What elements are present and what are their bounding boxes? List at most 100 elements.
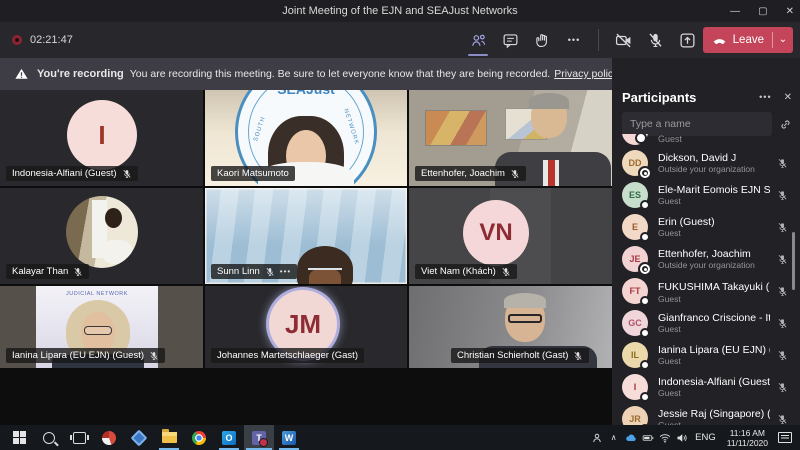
recording-indicator-icon bbox=[12, 35, 22, 45]
avatar: DD bbox=[622, 150, 650, 178]
task-view-icon bbox=[69, 431, 89, 444]
taskbar-teams[interactable]: T bbox=[244, 425, 274, 450]
show-hidden-icons-chevron[interactable]: ∧ bbox=[605, 425, 622, 450]
tile-more-icon[interactable]: ••• bbox=[280, 267, 291, 276]
video-tile-ianina-lipara[interactable]: JUDICIAL NETWORK Ianina Lipara (EU EJN) … bbox=[0, 286, 203, 368]
close-icon[interactable]: ✕ bbox=[786, 6, 794, 17]
external-badge bbox=[640, 264, 650, 274]
people-tray-icon[interactable] bbox=[588, 425, 605, 450]
search-input[interactable] bbox=[622, 112, 772, 136]
mic-off-button[interactable] bbox=[639, 22, 671, 58]
taskbar-word[interactable]: W bbox=[274, 425, 304, 450]
copy-link-icon[interactable] bbox=[779, 118, 792, 131]
leave-options-chevron-icon[interactable]: ⌄ bbox=[773, 27, 793, 53]
mic-off-icon bbox=[777, 286, 788, 297]
participant-row[interactable]: IL Ianina Lipara (EU EJN) (Guest) Guest bbox=[612, 339, 800, 371]
mic-off-icon bbox=[777, 158, 788, 169]
clock[interactable]: 11:16 AM 11/11/2020 bbox=[721, 428, 774, 448]
external-badge bbox=[640, 168, 650, 178]
taskbar-file-explorer[interactable] bbox=[154, 425, 184, 450]
participant-name-tag: Ettenhofer, Joachim bbox=[415, 166, 526, 181]
avatar: GC bbox=[622, 310, 650, 338]
video-tile-ettenhofer[interactable]: Ettenhofer, Joachim bbox=[409, 90, 612, 186]
battery-icon[interactable] bbox=[639, 425, 656, 450]
mic-off-icon bbox=[777, 318, 788, 329]
participant-row[interactable]: FT FUKUSHIMA Takayuki (ゲスト) Guest bbox=[612, 275, 800, 307]
avatar: JE bbox=[622, 246, 650, 274]
outlook-icon: O bbox=[222, 430, 236, 445]
video-tile-kalayar-than[interactable]: Kalayar Than bbox=[0, 188, 203, 284]
taskbar-app-media[interactable] bbox=[94, 425, 124, 450]
participant-row[interactable]: JE Ettenhofer, Joachim Outside your orga… bbox=[612, 243, 800, 275]
avatar: ES bbox=[622, 182, 650, 210]
mic-off-icon bbox=[777, 350, 788, 361]
title-bar: Joint Meeting of the EJN and SEAJust Net… bbox=[0, 0, 800, 22]
start-button[interactable] bbox=[4, 425, 34, 450]
avatar: I bbox=[622, 374, 650, 402]
participant-name-tag: Indonesia-Alfiani (Guest) bbox=[6, 166, 138, 181]
avatar: I bbox=[67, 100, 137, 170]
mic-off-icon bbox=[73, 267, 83, 277]
teams-icon: T bbox=[252, 430, 268, 447]
panel-more-icon[interactable]: ••• bbox=[759, 92, 771, 102]
participant-name-tag: Kaori Matsumoto bbox=[211, 166, 295, 181]
participant-row[interactable]: I Indonesia-Alfiani (Guest) Guest bbox=[612, 371, 800, 403]
minimize-icon[interactable]: — bbox=[730, 6, 740, 17]
guest-badge bbox=[640, 232, 650, 242]
participant-name-tag: Ianina Lipara (EU EJN) (Guest) bbox=[6, 348, 165, 363]
taskbar-outlook[interactable]: O bbox=[214, 425, 244, 450]
panel-scrollbar[interactable] bbox=[792, 232, 795, 290]
mic-off-icon bbox=[777, 414, 788, 425]
participant-row-partial: Guest bbox=[622, 134, 682, 147]
windows-logo-icon bbox=[12, 431, 26, 444]
participants-panel: Participants ••• ✕ Guest DD Dickson, Dav… bbox=[612, 58, 800, 425]
share-screen-button[interactable] bbox=[671, 22, 703, 58]
participant-row[interactable]: DD Dickson, David J Outside your organiz… bbox=[612, 147, 800, 179]
action-center-icon[interactable] bbox=[778, 432, 792, 443]
toolbar-divider bbox=[598, 29, 599, 51]
video-tile-christian-schierholt[interactable]: Christian Schierholt (Gast) bbox=[409, 286, 612, 368]
taskbar-search-button[interactable] bbox=[34, 425, 64, 450]
video-tile-sunn-linn[interactable]: Sunn Linn ••• bbox=[205, 188, 407, 284]
search-icon bbox=[43, 431, 55, 444]
onedrive-icon[interactable] bbox=[622, 425, 639, 450]
privacy-policy-link[interactable]: Privacy policy bbox=[554, 68, 618, 80]
video-tile-viet-nam[interactable]: VN Viet Nam (Khách) bbox=[409, 188, 612, 284]
participant-row[interactable]: JR Jessie Raj (Singapore) (Guest) Guest bbox=[612, 403, 800, 425]
avatar: E bbox=[622, 214, 650, 242]
participants-button[interactable] bbox=[462, 22, 494, 58]
raise-hand-button[interactable] bbox=[526, 22, 558, 58]
leave-button[interactable]: Leave ⌄ bbox=[702, 27, 793, 53]
mic-off-icon bbox=[777, 222, 788, 233]
avatar bbox=[622, 134, 648, 147]
chat-button[interactable] bbox=[494, 22, 526, 58]
participants-list: DD Dickson, David J Outside your organiz… bbox=[612, 147, 800, 425]
more-actions-button[interactable]: ••• bbox=[558, 22, 590, 58]
participant-row[interactable]: E Erin (Guest) Guest bbox=[612, 211, 800, 243]
participant-row[interactable]: ES Ele-Marit Eomois EJN SECRET... Guest bbox=[612, 179, 800, 211]
maximize-icon[interactable]: ▢ bbox=[758, 6, 767, 17]
avatar: IL bbox=[622, 342, 650, 370]
chrome-icon bbox=[192, 430, 206, 445]
volume-icon[interactable] bbox=[673, 425, 690, 450]
participant-name-tag: Christian Schierholt (Gast) bbox=[451, 348, 590, 363]
task-view-button[interactable] bbox=[64, 425, 94, 450]
taskbar-app-blue[interactable] bbox=[124, 425, 154, 450]
avatar: VN bbox=[463, 200, 529, 266]
panel-close-icon[interactable]: ✕ bbox=[784, 92, 792, 103]
language-indicator[interactable]: ENG bbox=[690, 432, 721, 443]
camera-off-button[interactable] bbox=[607, 22, 639, 58]
taskbar-chrome[interactable] bbox=[184, 425, 214, 450]
windows-taskbar: O T W ∧ ENG 11:16 AM 11/11/2020 bbox=[0, 425, 800, 450]
video-tile-johannes[interactable]: JM Johannes Martetschlaeger (Gast) bbox=[205, 286, 407, 368]
video-tile-indonesia-alfiani[interactable]: I Indonesia-Alfiani (Guest) bbox=[0, 90, 203, 186]
video-grid: I Indonesia-Alfiani (Guest) SEAJust SOUT… bbox=[0, 90, 612, 425]
participant-row[interactable]: GC Gianfranco Criscione - Italy's ... Gu… bbox=[612, 307, 800, 339]
mic-off-icon bbox=[777, 190, 788, 201]
leave-label: Leave bbox=[732, 34, 764, 46]
wifi-icon[interactable] bbox=[656, 425, 673, 450]
guest-badge bbox=[640, 296, 650, 306]
hang-up-icon bbox=[712, 33, 727, 48]
video-tile-kaori-matsumoto[interactable]: SEAJust SOUTH NETWORK Kaori Matsumoto bbox=[205, 90, 407, 186]
avatar-photo bbox=[65, 196, 138, 268]
